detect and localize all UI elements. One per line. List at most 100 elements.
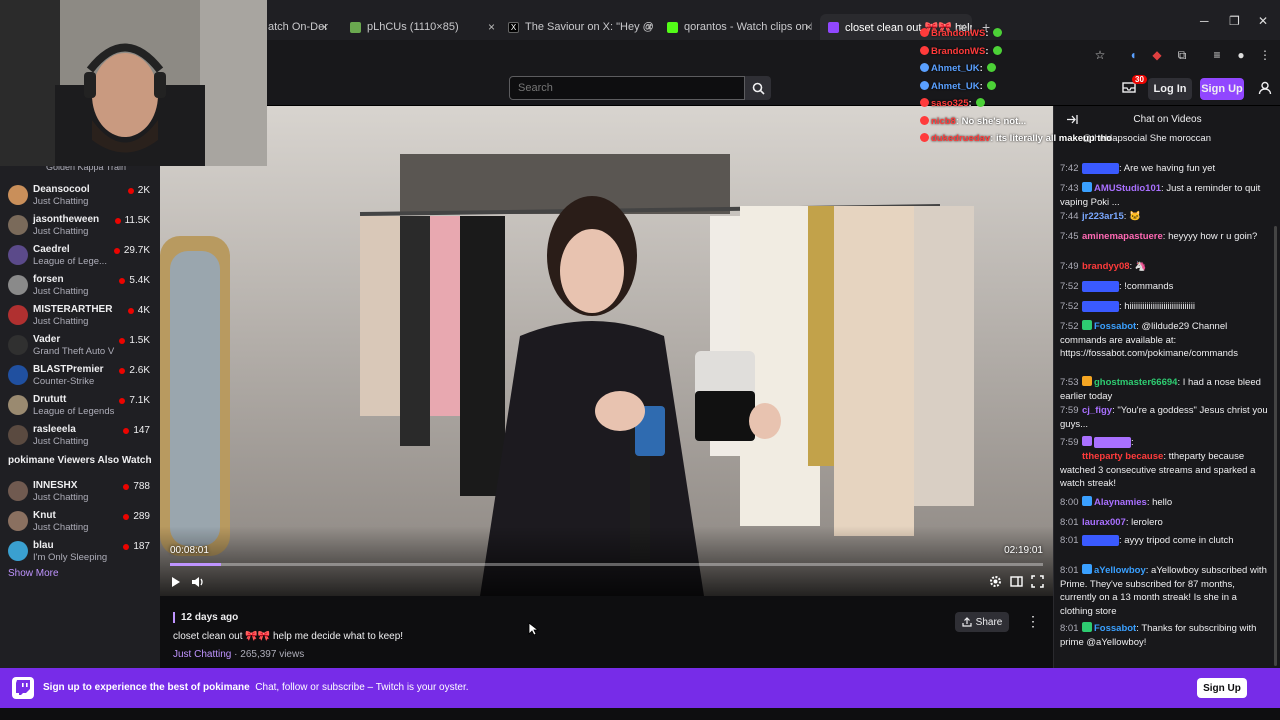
channel-game: Just Chatting xyxy=(33,436,89,447)
banner-signup-button[interactable]: Sign Up xyxy=(1197,678,1247,698)
chat-badge-icon xyxy=(1082,436,1092,446)
search-button[interactable] xyxy=(745,76,771,100)
viewer-count-value: 2K xyxy=(137,185,150,196)
minimize-icon[interactable]: ─ xyxy=(1200,14,1209,28)
chat-username[interactable]: Alaynamies xyxy=(1094,497,1147,508)
category-link[interactable]: Just Chatting xyxy=(173,649,231,660)
chat-username[interactable]: xxxxxxx xyxy=(1082,163,1119,174)
overlay-username: Ahmet_UK xyxy=(931,80,980,92)
emote-icon xyxy=(920,28,929,37)
close-icon[interactable]: × xyxy=(321,20,328,34)
sidebar-channel-channels[interactable]: Drututt League of Legends 7.1K xyxy=(0,390,160,420)
chat-username[interactable]: ttheparty because xyxy=(1082,451,1163,462)
chat-username[interactable]: xxxxxxx xyxy=(1082,301,1119,312)
notifications-button[interactable]: 30 xyxy=(1122,75,1147,96)
chat-scrollbar[interactable] xyxy=(1274,226,1277,666)
show-more-link[interactable]: Show More xyxy=(8,568,59,579)
channel-game: Just Chatting xyxy=(33,316,89,327)
chat-username[interactable]: cj_figy xyxy=(1082,405,1112,416)
viewer-count: 29.7K xyxy=(113,245,150,256)
close-icon[interactable]: × xyxy=(488,20,495,34)
chat-text: ayyy tripod come in clutch xyxy=(1124,535,1234,546)
share-button[interactable]: Share xyxy=(955,612,1009,632)
channel-name: Caedrel xyxy=(33,244,70,255)
overlay-text: No she's not... xyxy=(961,115,1027,127)
video-player[interactable]: 00:08:01 02:19:01 xyxy=(160,106,1053,596)
fullscreen-icon[interactable] xyxy=(1031,575,1044,588)
browser-tab-4[interactable]: qorantos - Watch clips on Kick × xyxy=(667,14,812,40)
sidebar-channel-also_watch[interactable]: blau I'm Only Sleeping 187 xyxy=(0,536,160,566)
chat-username[interactable]: AMUStudio101 xyxy=(1094,183,1161,194)
maximize-icon[interactable]: ❐ xyxy=(1229,14,1240,28)
seek-bar[interactable] xyxy=(170,563,1043,566)
chat-username[interactable]: Fossabot xyxy=(1094,623,1136,634)
chat-timestamp: 7:49 xyxy=(1060,261,1079,272)
chat-message: ttheparty because: ttheparty because wat… xyxy=(1060,451,1256,489)
avatar xyxy=(8,245,28,265)
sidebar-channel-channels[interactable]: rasleeela Just Chatting 147 xyxy=(0,420,160,450)
chat-username[interactable]: aminemapastuere xyxy=(1082,231,1163,242)
sidebar-channel-also_watch[interactable]: INNESHX Just Chatting 788 xyxy=(0,476,160,506)
sidebar-channel-channels[interactable]: Vader Grand Theft Auto V 1.5K xyxy=(0,330,160,360)
avatar xyxy=(8,365,28,385)
more-options-icon[interactable]: ⋮ xyxy=(1026,613,1040,630)
sidebar-channel-channels[interactable]: Deansocool Just Chatting 2K xyxy=(0,180,160,210)
overlay-username: dukedruedav xyxy=(931,133,991,144)
login-button[interactable]: Log In xyxy=(1148,78,1192,100)
profile-icon[interactable]: ● xyxy=(1234,48,1248,62)
live-dot-icon xyxy=(123,543,130,550)
chat-username[interactable]: jr223ar15 xyxy=(1082,211,1124,222)
volume-icon[interactable] xyxy=(191,576,205,588)
play-icon[interactable] xyxy=(171,576,181,588)
browser-tab-2[interactable]: pLhCUs (1110×85) × xyxy=(350,14,495,40)
chat-timestamp: 7:52 xyxy=(1060,321,1079,332)
tab-label: qorantos - Watch clips on Kick xyxy=(684,21,812,33)
theatre-mode-icon[interactable] xyxy=(1010,575,1023,588)
sidebar-channel-channels[interactable]: forsen Just Chatting 5.4K xyxy=(0,270,160,300)
chat-username[interactable]: xxxxxxx xyxy=(1094,437,1131,448)
extensions-puzzle-icon[interactable]: ⧉ xyxy=(1175,48,1189,62)
browser-tab-1[interactable]: atch On-Dema × xyxy=(268,14,328,40)
sidebar-channel-channels[interactable]: MISTERARTHER Just Chatting 4K xyxy=(0,300,160,330)
extension-icon[interactable]: ◆ xyxy=(1150,48,1164,62)
close-icon[interactable]: × xyxy=(646,20,653,34)
chat-message: 7:59xxxxxxx: xyxy=(1060,436,1134,448)
bookmark-star-icon[interactable]: ☆ xyxy=(1093,48,1107,62)
video-meta: Just Chatting · 265,397 views xyxy=(173,649,305,660)
chat-username[interactable]: xxxxxxx xyxy=(1082,535,1119,546)
chat-username[interactable]: ghostmaster66694 xyxy=(1094,377,1177,388)
sidebar-channel-channels[interactable]: BLASTPremier Counter-Strike 2.6K xyxy=(0,360,160,390)
tab-label: The Saviour on X: "Hey @grok xyxy=(525,21,653,33)
viewer-count-value: 788 xyxy=(133,481,150,492)
signup-button[interactable]: Sign Up xyxy=(1200,78,1244,100)
search-icon xyxy=(752,82,765,95)
window-close-icon[interactable]: ✕ xyxy=(1258,14,1268,28)
chat-username[interactable]: laurax007 xyxy=(1082,517,1126,528)
viewer-count-value: 5.4K xyxy=(129,275,150,286)
settings-gear-icon[interactable] xyxy=(989,575,1002,588)
channel-game: Just Chatting xyxy=(33,522,89,533)
sidebar-channel-channels[interactable]: Caedrel League of Lege... 29.7K xyxy=(0,240,160,270)
chat-message: 7:43 AMUStudio101: Just a reminder to qui… xyxy=(1060,182,1261,208)
current-time: 00:08:01 xyxy=(170,545,209,556)
browser-tab-3[interactable]: X The Saviour on X: "Hey @grok × xyxy=(508,14,653,40)
channel-name: forsen xyxy=(33,274,64,285)
avatar xyxy=(8,481,28,501)
viewer-count: 2.6K xyxy=(119,365,150,376)
sidebar-channel-channels[interactable]: jasontheween Just Chatting 11.5K xyxy=(0,210,160,240)
extension-icon[interactable]: ◖ xyxy=(1126,48,1140,62)
chat-username[interactable]: xxxxxxx xyxy=(1082,281,1119,292)
chat-username[interactable]: brandyy08 xyxy=(1082,261,1130,272)
user-icon[interactable] xyxy=(1258,81,1272,100)
viewer-count-value: 29.7K xyxy=(123,245,150,256)
chat-username[interactable]: aYellowboy xyxy=(1094,565,1146,576)
media-icon[interactable]: ≡ xyxy=(1210,48,1224,62)
emote-icon xyxy=(920,45,929,55)
search-input[interactable] xyxy=(509,76,745,100)
sidebar-channel-also_watch[interactable]: Knut Just Chatting 289 xyxy=(0,506,160,536)
menu-dots-icon[interactable]: ⋮ xyxy=(1258,48,1272,62)
close-icon[interactable]: × xyxy=(805,20,812,34)
chat-username[interactable]: Fossabot xyxy=(1094,321,1136,332)
overlay-chat-line: BrandonWS: xyxy=(920,28,1004,39)
channel-name: BLASTPremier xyxy=(33,364,104,375)
